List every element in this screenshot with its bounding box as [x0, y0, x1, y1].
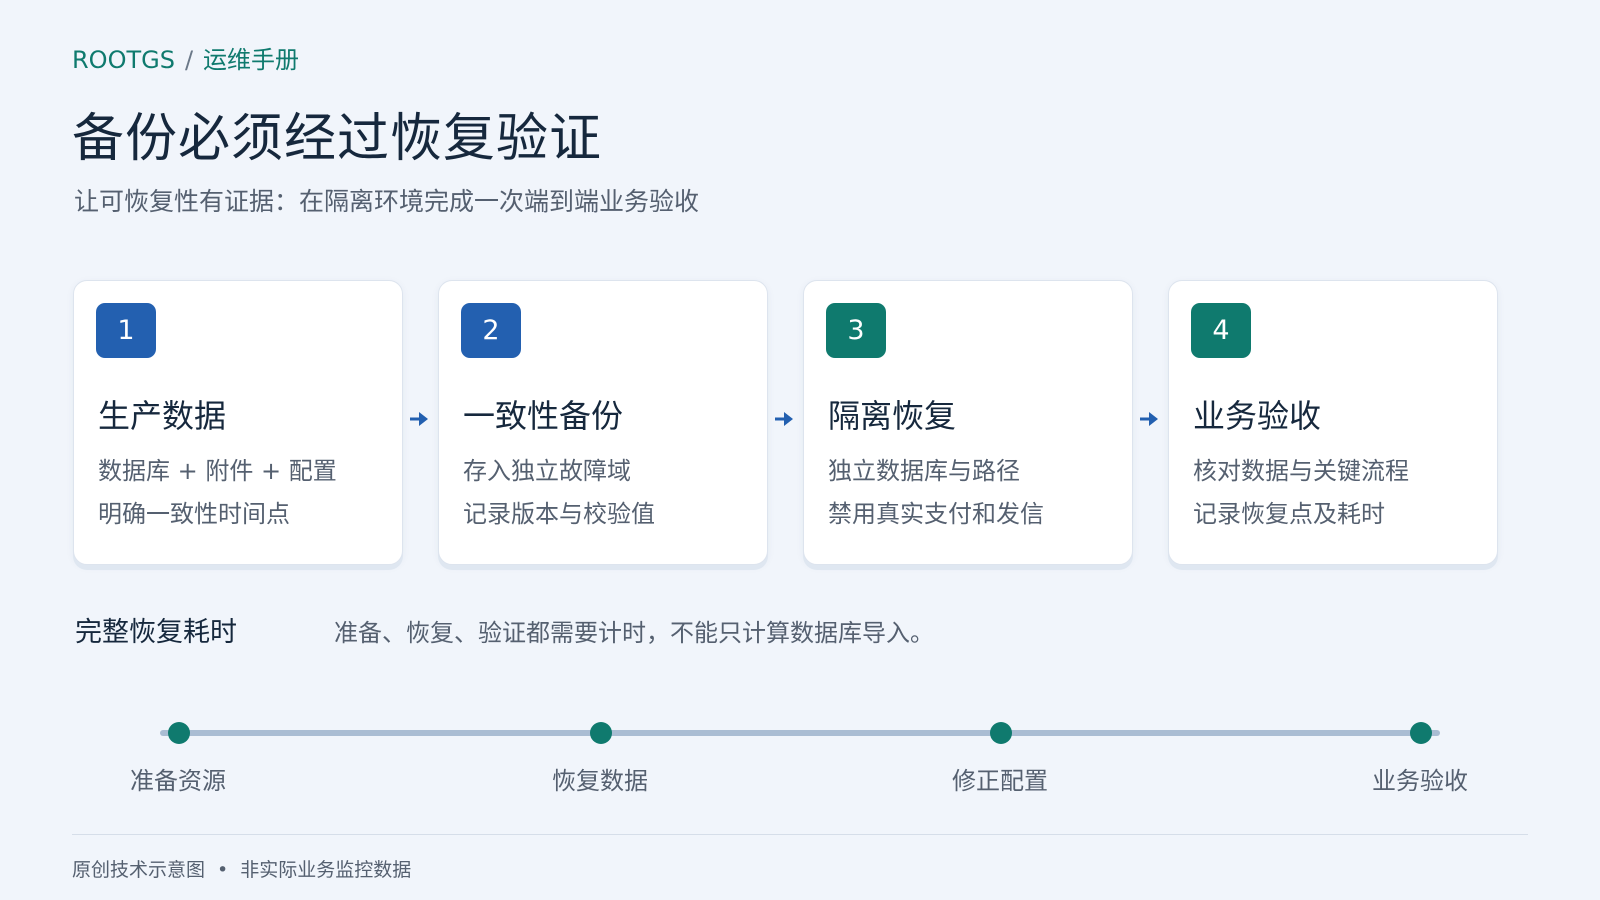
step-number-badge: 3 [826, 303, 886, 358]
arrow-right-icon [410, 412, 428, 426]
footer-separator: • [217, 859, 229, 881]
step-detail: 明确一致性时间点 [98, 500, 290, 528]
duration-label: 完整恢复耗时 [75, 617, 237, 648]
step-title: 一致性备份 [463, 397, 624, 435]
timeline-dot [990, 722, 1012, 744]
step-detail: 数据库 + 附件 + 配置 [98, 457, 337, 485]
timeline-stage-label: 准备资源 [130, 767, 226, 795]
footer-note: 原创技术示意图 [72, 859, 206, 881]
breadcrumb-section[interactable]: 运维手册 [203, 46, 299, 74]
footer-disclaimer: 非实际业务监控数据 [240, 859, 412, 881]
step-title: 隔离恢复 [828, 397, 957, 435]
step-card-4: 4 业务验收 核对数据与关键流程 记录恢复点及耗时 [1168, 280, 1498, 565]
timeline-stage-label: 业务验收 [1372, 767, 1468, 795]
timeline-stage-label: 恢复数据 [552, 767, 648, 795]
process-steps: 1 生产数据 数据库 + 附件 + 配置 明确一致性时间点 2 一致性备份 存入… [73, 280, 1529, 567]
step-number-badge: 1 [96, 303, 156, 358]
step-detail: 存入独立故障域 [463, 457, 631, 485]
step-title: 业务验收 [1193, 397, 1322, 435]
step-card-3: 3 隔离恢复 独立数据库与路径 禁用真实支付和发信 [803, 280, 1133, 565]
step-detail: 记录恢复点及耗时 [1193, 500, 1385, 528]
arrow-right-icon [1140, 412, 1158, 426]
page-title: 备份必须经过恢复验证 [72, 109, 603, 169]
step-number-badge: 2 [461, 303, 521, 358]
step-detail: 记录版本与校验值 [463, 500, 655, 528]
duration-note: 准备、恢复、验证都需要计时，不能只计算数据库导入。 [334, 619, 934, 647]
breadcrumb: ROOTGS / 运维手册 [72, 40, 299, 75]
breadcrumb-org[interactable]: ROOTGS [72, 46, 175, 74]
step-detail: 禁用真实支付和发信 [828, 500, 1044, 528]
timeline-track [160, 730, 1440, 736]
footer-divider [72, 834, 1528, 835]
step-detail: 独立数据库与路径 [828, 457, 1020, 485]
timeline-dot [590, 722, 612, 744]
timeline: 准备资源 恢复数据 修正配置 业务验收 [0, 690, 1600, 800]
timeline-dot [168, 722, 190, 744]
arrow-right-icon [775, 412, 793, 426]
breadcrumb-separator: / [184, 46, 194, 74]
footer: 原创技术示意图 • 非实际业务监控数据 [72, 855, 411, 882]
page-subtitle: 让可恢复性有证据：在隔离环境完成一次端到端业务验收 [74, 187, 700, 216]
step-detail: 核对数据与关键流程 [1193, 457, 1409, 485]
timeline-stage-label: 修正配置 [952, 767, 1048, 795]
step-number-badge: 4 [1191, 303, 1251, 358]
step-card-2: 2 一致性备份 存入独立故障域 记录版本与校验值 [438, 280, 768, 565]
timeline-dot [1410, 722, 1432, 744]
step-card-1: 1 生产数据 数据库 + 附件 + 配置 明确一致性时间点 [73, 280, 403, 565]
step-title: 生产数据 [98, 397, 227, 435]
